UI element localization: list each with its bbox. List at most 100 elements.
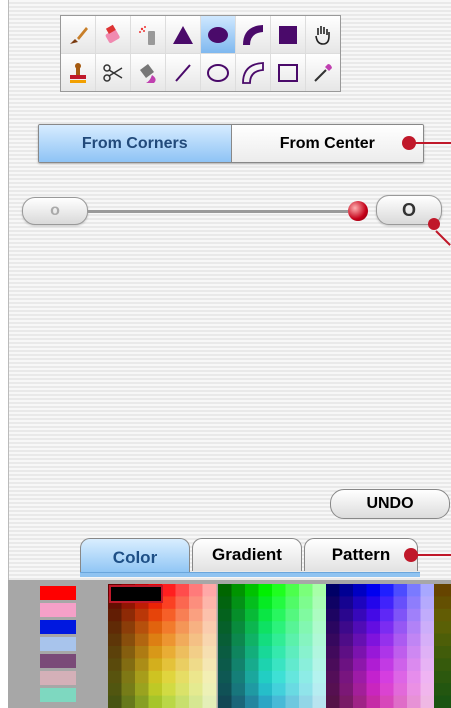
color-cell[interactable]: [434, 646, 451, 659]
color-cell[interactable]: [420, 683, 435, 697]
color-cell[interactable]: [121, 646, 136, 659]
color-cell[interactable]: [380, 670, 394, 684]
color-cell[interactable]: [218, 658, 232, 672]
color-cell[interactable]: [202, 670, 217, 684]
color-swatch[interactable]: [40, 654, 76, 668]
color-cell[interactable]: [407, 633, 421, 647]
color-cell[interactable]: [434, 584, 451, 597]
color-cell[interactable]: [420, 596, 435, 610]
color-cell[interactable]: [353, 608, 367, 622]
color-cell[interactable]: [380, 608, 394, 622]
from-center-button[interactable]: From Center: [231, 125, 423, 162]
color-cell[interactable]: [245, 646, 259, 659]
rect-outline-tool[interactable]: [271, 54, 305, 91]
color-cell[interactable]: [258, 695, 273, 708]
color-cell[interactable]: [326, 670, 340, 684]
undo-button[interactable]: UNDO: [330, 489, 450, 519]
color-cell[interactable]: [312, 621, 327, 635]
oval-filled-tool[interactable]: [201, 16, 235, 53]
color-cell[interactable]: [162, 670, 176, 684]
color-cell[interactable]: [353, 695, 367, 708]
color-cell[interactable]: [135, 633, 149, 647]
color-cell[interactable]: [407, 608, 421, 622]
triangle-tool[interactable]: [166, 16, 200, 53]
color-cell[interactable]: [121, 695, 136, 708]
color-cell[interactable]: [218, 621, 232, 635]
color-cell[interactable]: [299, 695, 313, 708]
color-cell[interactable]: [285, 633, 300, 647]
color-cell[interactable]: [108, 658, 122, 672]
color-cell[interactable]: [285, 596, 300, 610]
color-cell[interactable]: [380, 658, 394, 672]
color-cell[interactable]: [245, 683, 259, 697]
color-cell[interactable]: [231, 633, 246, 647]
color-cell[interactable]: [353, 596, 367, 610]
color-cell[interactable]: [189, 596, 203, 610]
color-cell[interactable]: [148, 695, 163, 708]
color-cell[interactable]: [366, 695, 381, 708]
color-cell[interactable]: [312, 608, 327, 622]
color-cell[interactable]: [121, 683, 136, 697]
color-cell[interactable]: [434, 658, 451, 672]
color-cell[interactable]: [434, 670, 451, 684]
color-cell[interactable]: [366, 596, 381, 610]
color-cell[interactable]: [245, 608, 259, 622]
color-cell[interactable]: [366, 646, 381, 659]
color-cell[interactable]: [339, 670, 354, 684]
color-cell[interactable]: [434, 683, 451, 697]
color-cell[interactable]: [312, 658, 327, 672]
color-cell[interactable]: [272, 584, 286, 597]
color-cell[interactable]: [434, 633, 451, 647]
color-cell[interactable]: [393, 683, 408, 697]
color-cell[interactable]: [393, 633, 408, 647]
color-cell[interactable]: [135, 670, 149, 684]
color-cell[interactable]: [202, 621, 217, 635]
color-cell[interactable]: [202, 658, 217, 672]
color-cell[interactable]: [366, 670, 381, 684]
color-cell[interactable]: [407, 658, 421, 672]
color-cell[interactable]: [380, 596, 394, 610]
color-cell[interactable]: [339, 658, 354, 672]
color-cell[interactable]: [162, 683, 176, 697]
color-cell[interactable]: [202, 633, 217, 647]
arc-outline-tool[interactable]: [236, 54, 270, 91]
color-cell[interactable]: [202, 584, 217, 597]
color-cell[interactable]: [162, 584, 176, 597]
color-cell[interactable]: [231, 646, 246, 659]
color-cell[interactable]: [202, 683, 217, 697]
color-cell[interactable]: [162, 658, 176, 672]
color-cell[interactable]: [175, 683, 190, 697]
color-cell[interactable]: [380, 584, 394, 597]
color-cell[interactable]: [299, 683, 313, 697]
color-cell[interactable]: [299, 670, 313, 684]
color-cell[interactable]: [258, 670, 273, 684]
color-cell[interactable]: [285, 658, 300, 672]
color-cell[interactable]: [420, 670, 435, 684]
color-cell[interactable]: [162, 633, 176, 647]
color-cell[interactable]: [202, 646, 217, 659]
color-cell[interactable]: [189, 670, 203, 684]
color-cell[interactable]: [353, 683, 367, 697]
color-cell[interactable]: [202, 608, 217, 622]
color-cell[interactable]: [380, 646, 394, 659]
color-cell[interactable]: [162, 596, 176, 610]
color-cell[interactable]: [393, 608, 408, 622]
color-cell[interactable]: [189, 683, 203, 697]
color-cell[interactable]: [162, 621, 176, 635]
color-cell[interactable]: [339, 584, 354, 597]
color-palette[interactable]: [8, 580, 451, 708]
color-cell[interactable]: [312, 596, 327, 610]
color-cell[interactable]: [339, 646, 354, 659]
color-cell[interactable]: [272, 621, 286, 635]
color-cell[interactable]: [218, 608, 232, 622]
color-cell[interactable]: [393, 596, 408, 610]
scissors-tool[interactable]: [96, 54, 130, 91]
color-cell[interactable]: [231, 683, 246, 697]
slider-min-button[interactable]: o: [22, 197, 88, 225]
color-cell[interactable]: [407, 584, 421, 597]
color-cell[interactable]: [380, 695, 394, 708]
color-cell[interactable]: [218, 683, 232, 697]
color-cell[interactable]: [326, 646, 340, 659]
color-cell[interactable]: [380, 683, 394, 697]
color-cell[interactable]: [175, 658, 190, 672]
